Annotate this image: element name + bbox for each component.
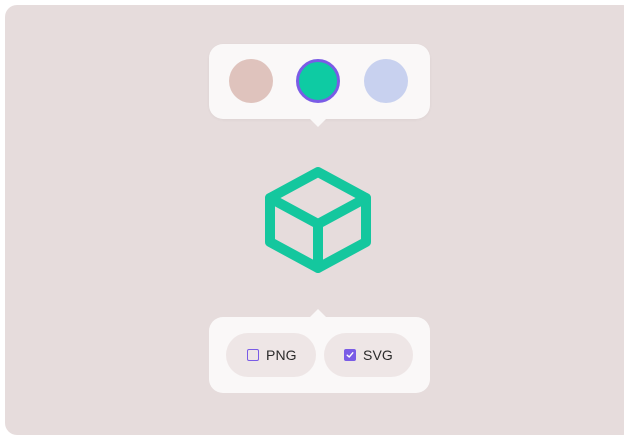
color-swatch-blue[interactable] — [364, 59, 408, 103]
png-label: PNG — [266, 347, 297, 363]
svg-checkbox[interactable] — [344, 349, 356, 361]
color-swatch-green[interactable] — [296, 59, 340, 103]
cube-icon — [256, 162, 380, 278]
color-picker-popover — [209, 44, 430, 127]
png-option-button[interactable]: PNG — [226, 333, 316, 377]
svg-option-button[interactable]: SVG — [324, 333, 413, 377]
png-checkbox[interactable] — [247, 349, 259, 361]
export-format-popover: PNG SVG — [209, 309, 430, 393]
color-swatch-rose[interactable] — [229, 59, 273, 103]
svg-label: SVG — [363, 347, 393, 363]
checkmark-icon — [346, 352, 354, 358]
